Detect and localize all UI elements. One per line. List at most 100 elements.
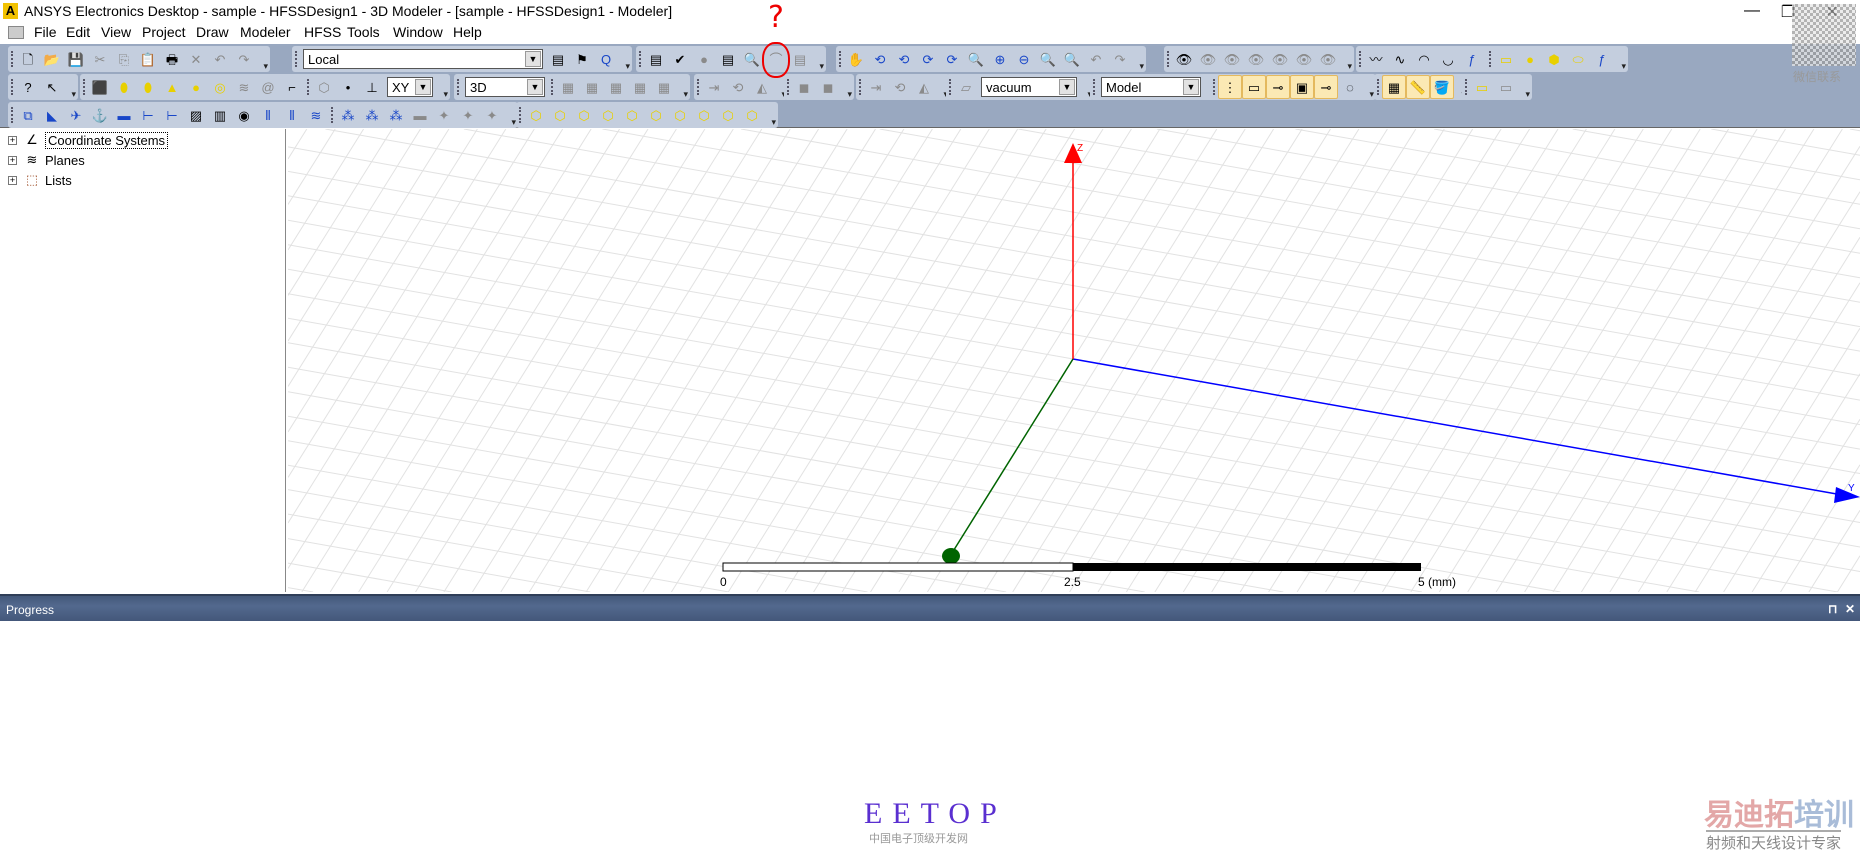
model-dropdown[interactable]: Model▼ [1101, 77, 1201, 97]
view-mode-dropdown[interactable]: 3D▼ [465, 77, 545, 97]
perfect-e-icon[interactable]: ≋ [306, 105, 326, 125]
view-trimetric-icon[interactable]: ⬡ [694, 105, 714, 125]
intersect-icon[interactable]: ▦ [606, 77, 626, 97]
view-front-icon[interactable]: ⬡ [526, 105, 546, 125]
menu-tools[interactable]: Tools [346, 24, 381, 40]
chevron-down-icon[interactable]: ▼ [527, 79, 543, 95]
mirror-icon[interactable]: ◭ [752, 77, 772, 97]
snap-face-center-icon[interactable]: ▣ [1290, 75, 1314, 99]
help-icon[interactable]: ? [18, 77, 38, 97]
progress-close-button[interactable]: ✕ [1845, 602, 1855, 616]
plane-dropdown[interactable]: XY▼ [387, 77, 433, 97]
snap-quadrant-icon[interactable]: ⊸ [1314, 75, 1338, 99]
cs-delete-icon[interactable]: ✦ [458, 105, 478, 125]
expand-icon[interactable]: + [8, 176, 17, 185]
thicken-icon[interactable]: ◼ [818, 77, 838, 97]
line-icon[interactable]: 〰 [1366, 49, 1386, 69]
cs-face-icon[interactable]: ⁂ [362, 105, 382, 125]
excitation-icon[interactable]: ⚓ [90, 105, 110, 125]
redo-icon[interactable]: ↷ [234, 49, 254, 69]
print-icon[interactable]: 🖶 [162, 49, 182, 69]
menu-draw[interactable]: Draw [195, 24, 230, 40]
properties-icon[interactable]: ▤ [548, 49, 568, 69]
nonmodel-icon[interactable]: ⬡ [314, 77, 334, 97]
show-icon[interactable]: 👁 [1174, 49, 1194, 69]
validate-icon[interactable]: ✔ [670, 49, 690, 69]
hide5-icon[interactable]: 👁 [1294, 49, 1314, 69]
duplicate-along-line-icon[interactable]: ⇥ [866, 77, 886, 97]
analyze-icon[interactable]: ● [694, 49, 714, 69]
orbit-icon[interactable]: ⟳ [918, 49, 938, 69]
fill-icon[interactable]: 🪣 [1430, 75, 1454, 99]
context-help-icon[interactable]: ↖ [42, 77, 62, 97]
assign-material-icon[interactable]: ▱ [956, 77, 976, 97]
fit-selected-icon[interactable]: 🔍 [1062, 49, 1082, 69]
equation-curve-icon[interactable]: ƒ [1462, 49, 1482, 69]
ruler-icon[interactable]: 📏 [1406, 75, 1430, 99]
cs-object-icon[interactable]: ⁂ [386, 105, 406, 125]
snap-arc-center-icon[interactable]: ◌ [1340, 77, 1360, 97]
pan-icon[interactable]: ✋ [846, 49, 866, 69]
lumped-port-icon[interactable]: ⊢ [138, 105, 158, 125]
q-icon[interactable]: Q [596, 49, 616, 69]
view-right-icon[interactable]: ⬡ [598, 105, 618, 125]
chevron-down-icon[interactable]: ▼ [1183, 79, 1199, 95]
view-left-icon[interactable]: ⬡ [574, 105, 594, 125]
arc-icon[interactable]: ◠ [1414, 49, 1434, 69]
fit-all-icon[interactable]: 🔍 [1038, 49, 1058, 69]
unite-icon[interactable]: ▦ [558, 77, 578, 97]
tree-node-coordinate-systems[interactable]: + ∠ Coordinate Systems [8, 131, 168, 149]
helix-icon[interactable]: ≋ [234, 77, 254, 97]
cs-offset-icon[interactable]: ✦ [482, 105, 502, 125]
spiral-icon[interactable]: @ [258, 77, 278, 97]
redo-view-icon[interactable]: ↷ [1110, 49, 1130, 69]
undo-icon[interactable]: ↶ [210, 49, 230, 69]
view-top-icon[interactable]: ⬡ [622, 105, 642, 125]
new-icon[interactable]: 🗋 [18, 49, 38, 69]
ports-icon[interactable]: ⧉ [18, 105, 38, 125]
tree-node-lists[interactable]: + ⬚ Lists [8, 171, 72, 189]
rectangle-icon[interactable]: ▭ [1496, 49, 1516, 69]
menu-modeler[interactable]: Modeler [239, 24, 292, 40]
duplicate-mirror-icon[interactable]: ◭ [914, 77, 934, 97]
expand-icon[interactable]: + [8, 156, 17, 165]
view-iso-icon[interactable]: ⬡ [670, 105, 690, 125]
document-icon[interactable] [8, 26, 24, 39]
spline-icon[interactable]: ∿ [1390, 49, 1410, 69]
imprint-icon[interactable]: ▦ [654, 77, 674, 97]
split-icon[interactable]: ▦ [630, 77, 650, 97]
zoom-in-icon[interactable]: ⊕ [990, 49, 1010, 69]
chevron-down-icon[interactable]: ▼ [1059, 79, 1075, 95]
undo-view-icon[interactable]: ↶ [1086, 49, 1106, 69]
snap-edge-center-icon[interactable]: ⊸ [1266, 75, 1290, 99]
zoom-icon[interactable]: 🔍 [966, 49, 986, 69]
delete-icon[interactable]: ✕ [186, 49, 206, 69]
spin-icon[interactable]: ⟳ [942, 49, 962, 69]
cut-icon[interactable]: ✂ [90, 49, 110, 69]
view-bottom-icon[interactable]: ⬡ [646, 105, 666, 125]
create-region-icon[interactable]: ▭ [1472, 77, 1492, 97]
copy-icon[interactable]: ⎘ [114, 49, 134, 69]
snap-vertex-icon[interactable]: ▭ [1242, 75, 1266, 99]
cs-expr-icon[interactable]: ✦ [434, 105, 454, 125]
regular-polyhedron-icon[interactable]: ⬮ [138, 77, 158, 97]
sphere-icon[interactable]: ● [186, 77, 206, 97]
equation-surface-icon[interactable]: ƒ [1592, 49, 1612, 69]
slave-icon[interactable]: ▥ [210, 105, 230, 125]
cs-set-icon[interactable]: ▬ [410, 105, 430, 125]
pin-button[interactable]: ⊓ [1828, 602, 1837, 616]
rotate-obj-icon[interactable]: ⟲ [728, 77, 748, 97]
menu-file[interactable]: File [33, 24, 58, 40]
cylinder-icon[interactable]: ⬮ [114, 77, 134, 97]
boundary-icon[interactable]: ◣ [42, 105, 62, 125]
bondwire-icon[interactable]: ⌐ [282, 77, 302, 97]
view-reset-icon[interactable]: ⬡ [742, 105, 762, 125]
zoom-out-icon[interactable]: ⊖ [1014, 49, 1034, 69]
minimize-button[interactable]: — [1740, 2, 1764, 20]
paste-icon[interactable]: 📋 [138, 49, 158, 69]
center-arc-icon[interactable]: ◡ [1438, 49, 1458, 69]
plane-icon[interactable]: ⊥ [362, 77, 382, 97]
note-icon[interactable]: ▤ [646, 49, 666, 69]
hide2-icon[interactable]: 👁 [1222, 49, 1242, 69]
rotate-axis-icon[interactable]: ⟲ [894, 49, 914, 69]
